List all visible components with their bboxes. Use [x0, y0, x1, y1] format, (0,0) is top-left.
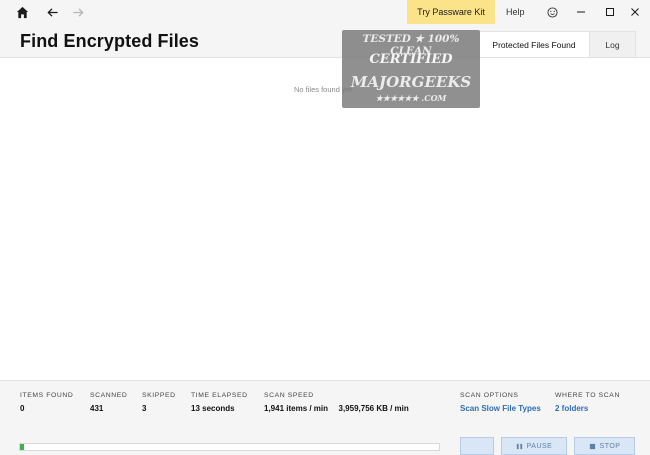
home-icon [16, 6, 28, 18]
stat-scanned: SCANNED 431 [90, 392, 127, 413]
pause-icon [516, 443, 522, 449]
more-button[interactable] [460, 437, 494, 455]
watermark-line-certified: CERTIFIED [369, 52, 453, 67]
scan-speed-items: 1,941 items / min [264, 404, 329, 413]
stat-label: WHERE TO SCAN [555, 392, 620, 399]
stat-value: 3 [142, 404, 147, 413]
maximize-icon [606, 8, 614, 16]
stat-value: 0 [20, 404, 25, 413]
stat-label: SCAN OPTIONS [460, 392, 519, 399]
stat-label: SCANNED [90, 392, 128, 399]
maximize-button[interactable] [597, 0, 623, 24]
pause-label: PAUSE [526, 442, 553, 450]
title-bar: Try Passware Kit Help [0, 0, 650, 24]
stat-value: 13 seconds [191, 404, 235, 413]
result-tabs: Protected Files Found Log [478, 31, 636, 58]
back-arrow-icon [46, 7, 58, 17]
stat-scan-speed: SCAN SPEED 1,941 items / min 3,959,756 K… [264, 392, 409, 413]
stat-value: 431 [90, 404, 104, 413]
scan-progress-fill [20, 444, 24, 450]
stat-label: SKIPPED [142, 392, 176, 399]
majorgeeks-watermark: TESTED ★ 100% CLEAN CERTIFIED MAJORGEEKS… [342, 30, 480, 108]
stop-icon [589, 443, 595, 449]
pause-button[interactable]: PAUSE [501, 437, 567, 455]
stat-where-to-scan: WHERE TO SCAN 2 folders [555, 392, 620, 413]
stat-value: 1,941 items / min 3,959,756 KB / min [264, 404, 409, 413]
feedback-button[interactable] [539, 0, 565, 24]
tab-protected-files-found[interactable]: Protected Files Found [478, 31, 590, 58]
minimize-button[interactable] [568, 0, 594, 24]
forward-button[interactable] [64, 0, 92, 24]
watermark-line-majorgeeks: MAJORGEEKS [350, 73, 472, 91]
watermark-line-com: ★★★★★★ .COM [375, 93, 447, 103]
where-to-scan-link[interactable]: 2 folders [555, 404, 620, 413]
stat-label: SCAN SPEED [264, 392, 314, 399]
stat-time-elapsed: TIME ELAPSED 13 seconds [191, 392, 248, 413]
help-link[interactable]: Help [506, 0, 525, 24]
smiley-icon [546, 6, 558, 18]
stat-skipped: SKIPPED 3 [142, 392, 176, 413]
forward-arrow-icon [72, 7, 84, 17]
stop-label: STOP [599, 442, 621, 450]
minimize-icon [577, 11, 585, 13]
tab-log[interactable]: Log [590, 31, 636, 58]
home-button[interactable] [8, 0, 36, 24]
scan-stats: ITEMS FOUND 0 SCANNED 431 SKIPPED 3 TIME… [0, 380, 650, 430]
results-panel: No files found yet [0, 57, 650, 381]
back-button[interactable] [38, 0, 66, 24]
stat-items-found: ITEMS FOUND 0 [20, 392, 73, 413]
close-icon [631, 8, 639, 16]
page-title: Find Encrypted Files [20, 31, 200, 51]
stat-label: ITEMS FOUND [20, 392, 74, 399]
close-button[interactable] [622, 0, 648, 24]
scan-options-link[interactable]: Scan Slow File Types [460, 404, 541, 413]
stat-scan-options: SCAN OPTIONS Scan Slow File Types [460, 392, 541, 413]
stop-button[interactable]: STOP [574, 437, 635, 455]
try-passware-kit-button[interactable]: Try Passware Kit [407, 0, 495, 24]
scan-progress-bar [19, 443, 440, 451]
scan-speed-kb: 3,959,756 KB / min [338, 404, 409, 413]
stat-label: TIME ELAPSED [191, 392, 248, 399]
